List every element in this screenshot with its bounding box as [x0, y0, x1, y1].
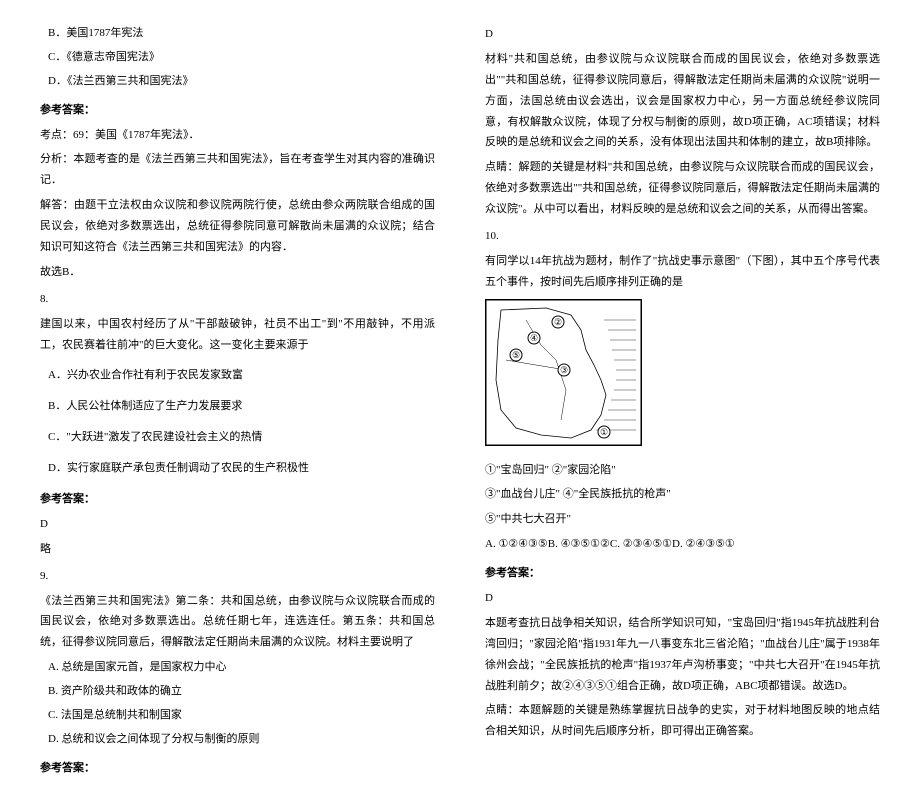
q9-option-d: D. 总统和议会之间体现了分权与制衡的原则 [48, 729, 435, 750]
q8-answer-heading: 参考答案： [40, 489, 435, 510]
q9-option-b: B. 资产阶级共和政体的确立 [48, 681, 435, 702]
q7-choose: 故选B． [40, 262, 435, 283]
q7-point: 考点：69：美国《1787年宪法》． [40, 125, 435, 146]
q10-explanation-1: 本题考查抗日战争相关知识，结合所学知识可知，"宝岛回归"指1945年抗战胜利台湾… [485, 613, 880, 697]
q10-legend-1: ①"宝岛回归" ②"家园沦陷" [485, 460, 880, 481]
q7-option-b: B．美国1787年宪法 [48, 23, 435, 44]
q9-explanation-2: 点睛：解题的关键是材料"共和国总统，由参议院与众议院联合而成的国民议会，依绝对多… [485, 157, 880, 220]
q10-answer: D [485, 588, 880, 609]
q9-option-c: C. 法国是总统制共和制国家 [48, 705, 435, 726]
q9-text: 《法兰西第三共和国宪法》第二条：共和国总统，由参议院与众议院联合而成的国民议会，… [40, 591, 435, 654]
right-column: D 材料"共和国总统，由参议院与众议院联合而成的国民议会，依绝对多数票选出""共… [485, 20, 880, 783]
q7-solution: 解答：由题干立法权由众议院和参议院两院行使，总统由参众两院联合组成的国民议会，依… [40, 195, 435, 258]
q10-explanation-2: 点睛：本题解题的关键是熟练掌握抗日战争的史实，对于材料地图反映的地点结合相关知识… [485, 700, 880, 742]
q9-answer: D [485, 24, 880, 45]
q8-answer: D [40, 514, 435, 535]
q8-number: 8. [40, 289, 435, 310]
map-svg: ② ④ ⑤ ③ ① [485, 299, 642, 446]
q10-legend-3: ⑤"中共七大召开" [485, 509, 880, 530]
svg-text:⑤: ⑤ [512, 350, 520, 360]
svg-text:②: ② [554, 317, 562, 327]
q10-answer-heading: 参考答案： [485, 563, 880, 584]
svg-text:④: ④ [530, 333, 538, 343]
q10-number: 10. [485, 226, 880, 247]
q9-option-a: A. 总统是国家元首，是国家权力中心 [48, 657, 435, 678]
q8-brief: 略 [40, 539, 435, 560]
left-column: B．美国1787年宪法 C．《德意志帝国宪法》 D．《法兰西第三共和国宪法》 参… [40, 20, 435, 783]
q10-choices: A. ①②④③⑤B. ④③⑤①②C. ②③④⑤①D. ②④③⑤① [485, 534, 880, 555]
q8-option-a: A．兴办农业合作社有利于农民发家致富 [48, 365, 435, 386]
q10-legend-2: ③"血战台儿庄" ④"全民族抵抗的枪声" [485, 484, 880, 505]
map-diagram: ② ④ ⑤ ③ ① [485, 299, 880, 454]
q8-option-b: B．人民公社体制适应了生产力发展要求 [48, 396, 435, 417]
q7-option-d: D．《法兰西第三共和国宪法》 [48, 71, 435, 92]
q7-answer-heading: 参考答案： [40, 100, 435, 121]
svg-text:③: ③ [560, 365, 568, 375]
q9-number: 9. [40, 566, 435, 587]
q7-analysis: 分析：本题考查的是《法兰西第三共和国宪法》，旨在考查学生对其内容的准确识记． [40, 149, 435, 191]
q8-text: 建国以来，中国农村经历了从"干部敲破钟，社员不出工"到"不用敲钟，不用派工，农民… [40, 314, 435, 356]
svg-text:①: ① [600, 427, 608, 437]
q7-option-c: C．《德意志帝国宪法》 [48, 47, 435, 68]
q8-option-d: D．实行家庭联产承包责任制调动了农民的生产积极性 [48, 458, 435, 479]
q8-option-c: C．"大跃进"激发了农民建设社会主义的热情 [48, 427, 435, 448]
q9-explanation-1: 材料"共和国总统，由参议院与众议院联合而成的国民议会，依绝对多数票选出""共和国… [485, 49, 880, 153]
q9-answer-heading: 参考答案： [40, 758, 435, 779]
q10-text: 有同学以14年抗战为题材，制作了"抗战史事示意图"（下图），其中五个序号代表五个… [485, 251, 880, 293]
